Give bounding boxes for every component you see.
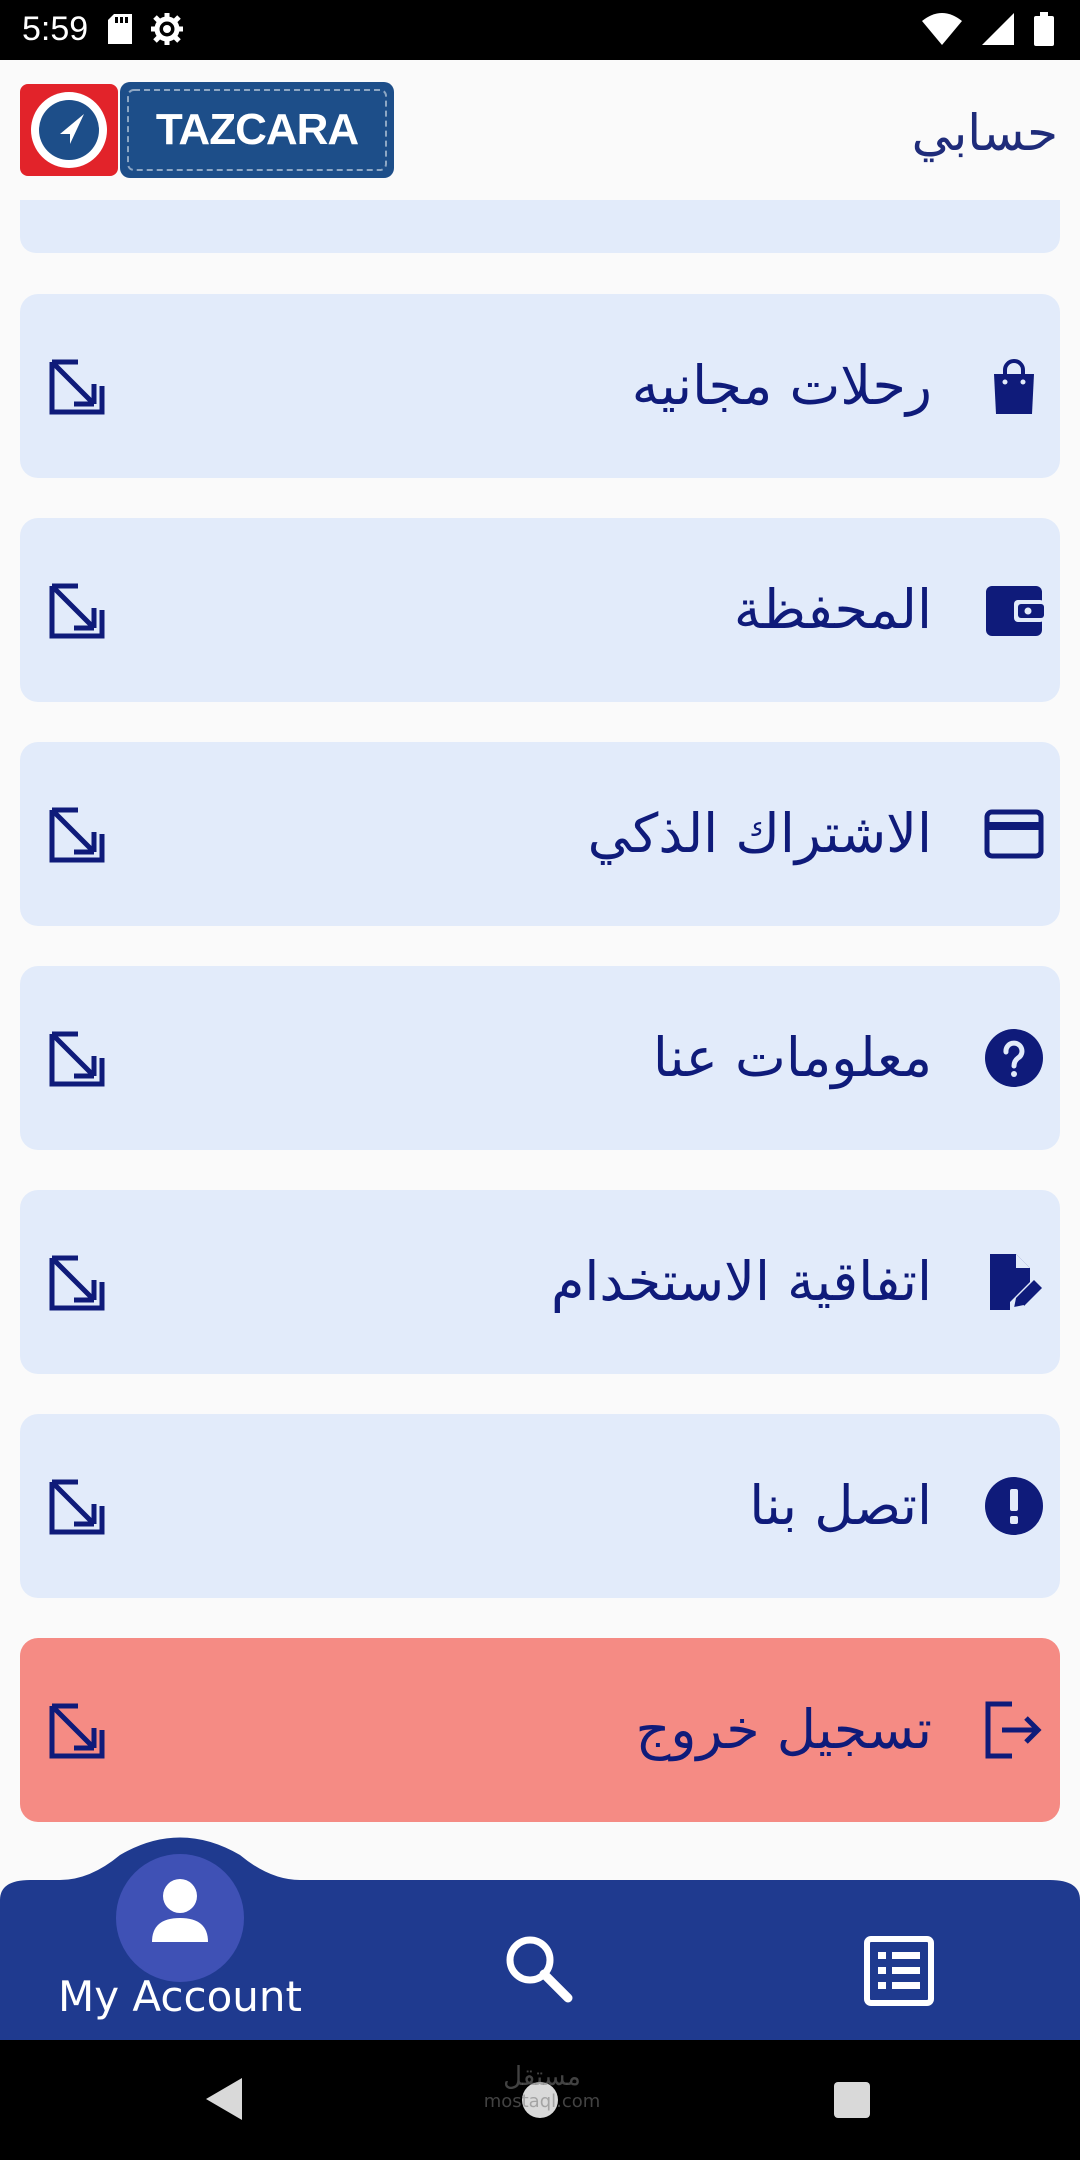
menu-item-label: الاشتراك الذكي (587, 802, 932, 865)
nav-account-button[interactable] (116, 1854, 244, 1982)
recents-icon[interactable] (834, 2082, 870, 2118)
page-title: حسابي (911, 104, 1058, 162)
open-external-icon (48, 806, 106, 864)
system-navigation-bar: مستقل mostaql.com (0, 2040, 1080, 2160)
open-external-icon (48, 358, 106, 416)
open-external-icon (48, 1478, 106, 1536)
menu-item-logout[interactable]: تسجيل خروج (20, 1638, 1060, 1822)
menu-item-label: معلومات عنا (652, 1026, 932, 1089)
menu-item-label: رحلات مجانيه (631, 354, 932, 417)
menu-item-free-trips[interactable]: رحلات مجانيه (20, 294, 1060, 478)
open-external-icon (48, 1030, 106, 1088)
bottom-navigation: My Account (0, 1800, 1080, 2040)
menu-item-wallet[interactable]: المحفظة (20, 518, 1060, 702)
logout-icon (984, 1700, 1044, 1760)
menu-item-smart-subscription[interactable]: الاشتراك الذكي (20, 742, 1060, 926)
wallet-icon (984, 580, 1044, 640)
settings-gear-icon (150, 12, 184, 50)
sd-card-icon (108, 14, 132, 48)
help-circle-icon (984, 1028, 1044, 1088)
menu-item-label: اتفاقية الاستخدام (550, 1250, 932, 1313)
wifi-icon (922, 13, 962, 49)
open-external-icon (48, 1254, 106, 1312)
alert-circle-icon (984, 1476, 1044, 1536)
back-icon[interactable] (206, 2078, 242, 2124)
document-edit-icon (984, 1252, 1044, 1312)
menu-item-label: تسجيل خروج (635, 1698, 932, 1761)
search-icon[interactable] (502, 1932, 576, 2006)
menu-card-partial[interactable] (20, 200, 1060, 253)
credit-card-icon (984, 804, 1044, 864)
menu-item-contact-us[interactable]: اتصل بنا (20, 1414, 1060, 1598)
open-external-icon (48, 582, 106, 640)
menu-item-label: اتصل بنا (749, 1474, 932, 1537)
app-header: TAZCARA حسابي (0, 60, 1080, 200)
menu-item-label: المحفظة (733, 578, 932, 641)
battery-icon (1034, 12, 1054, 50)
tazcara-logo: TAZCARA (20, 82, 398, 178)
menu-item-about-us[interactable]: معلومات عنا (20, 966, 1060, 1150)
logo-text: TAZCARA (155, 105, 359, 154)
list-icon[interactable] (864, 1936, 934, 2006)
open-external-icon (48, 1702, 106, 1760)
nav-account-label[interactable]: My Account (30, 1972, 330, 2021)
menu-item-terms-of-use[interactable]: اتفاقية الاستخدام (20, 1190, 1060, 1374)
status-bar: 5:59 (0, 0, 1080, 60)
shopping-bag-icon (984, 356, 1044, 416)
status-time: 5:59 (22, 10, 89, 48)
signal-icon (982, 13, 1014, 49)
watermark: مستقل mostaql.com (483, 2062, 601, 2112)
account-icon (150, 1876, 210, 1950)
account-menu: رحلات مجانيه المحفظة الاشتراك الذكي معلو… (0, 200, 1080, 1830)
